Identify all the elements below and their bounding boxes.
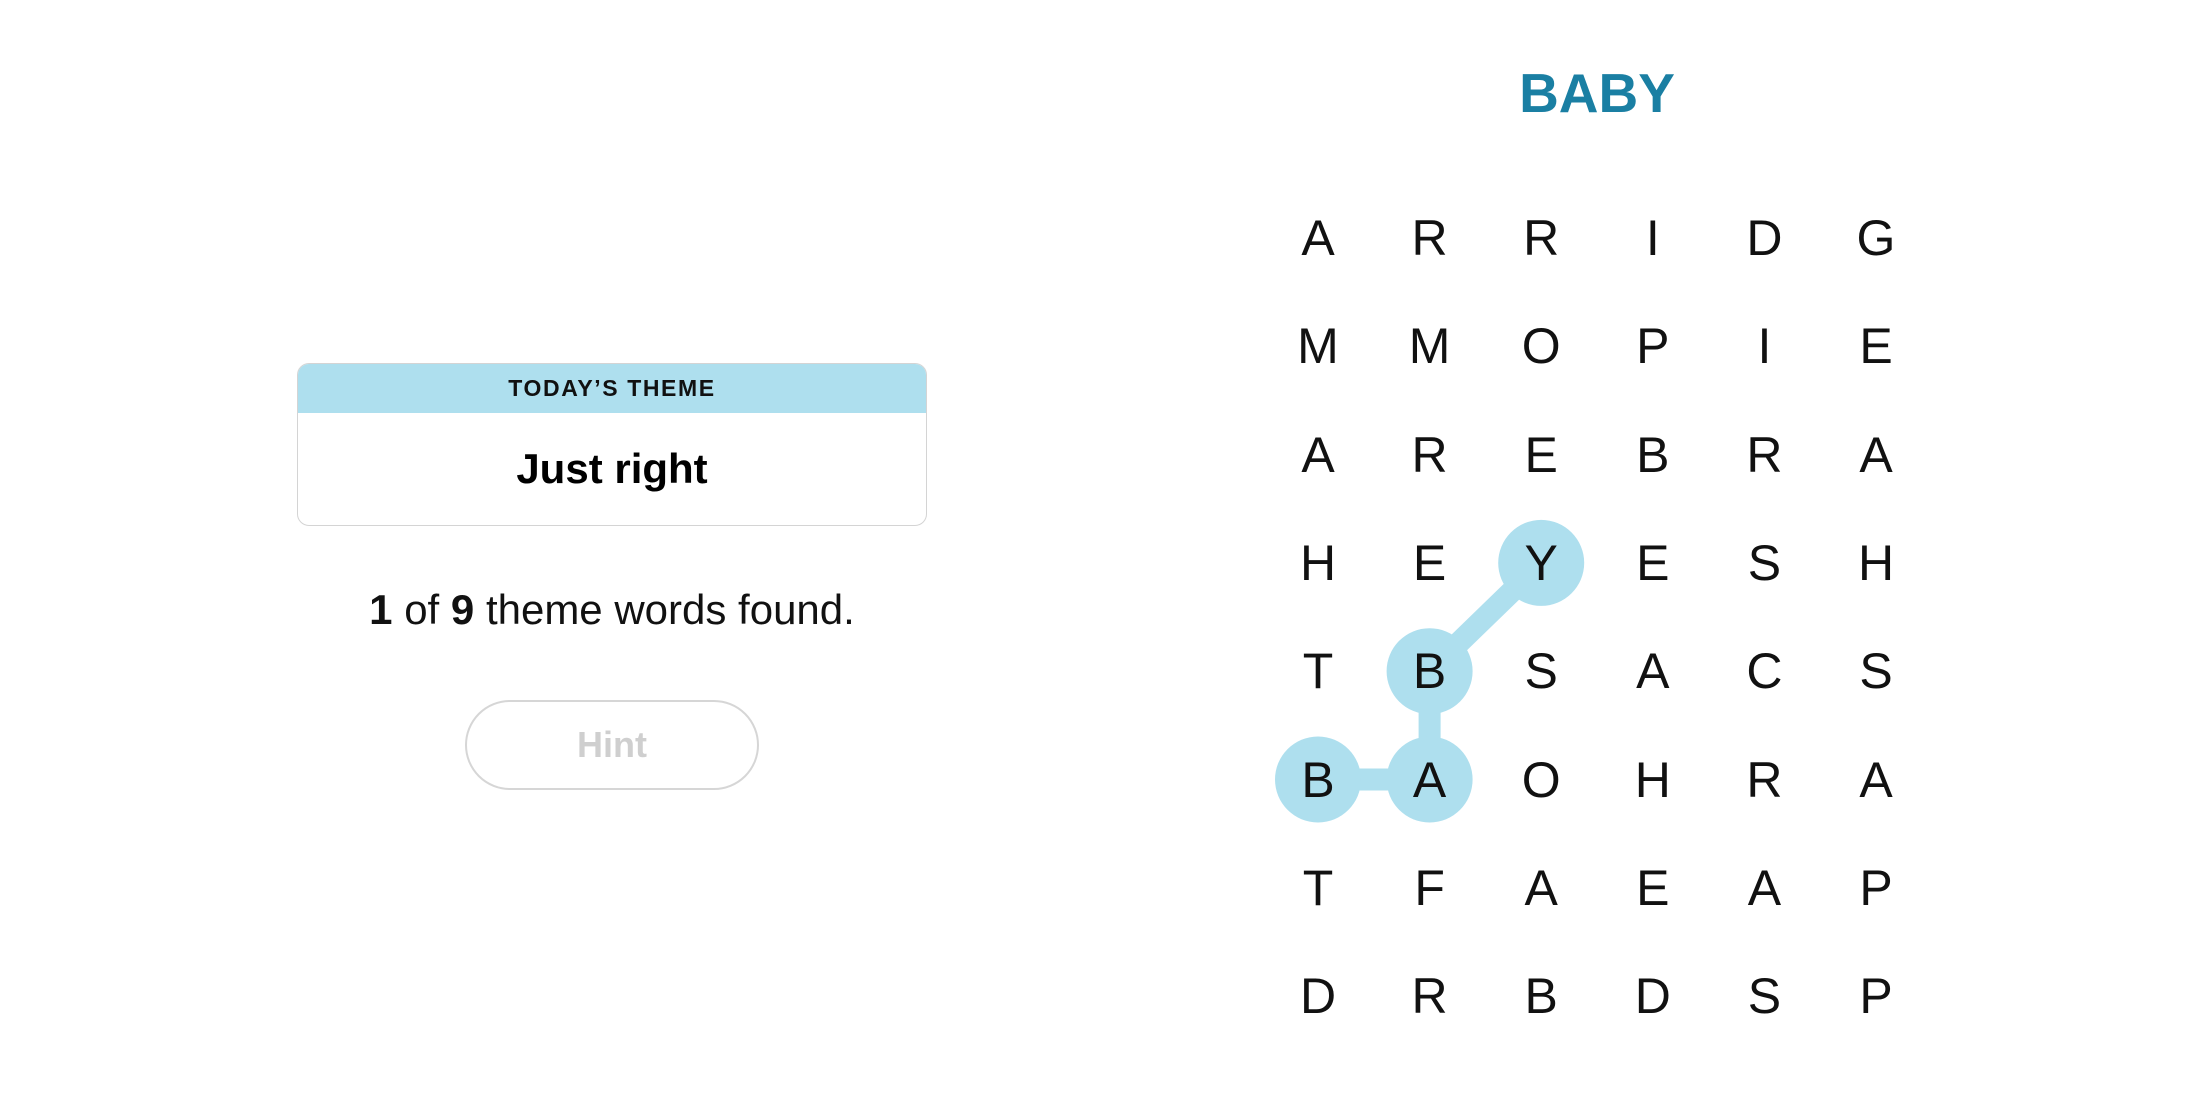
letter-cell[interactable]: M xyxy=(1273,301,1363,391)
letter-cell[interactable]: H xyxy=(1831,518,1921,608)
letter-cell[interactable]: A xyxy=(1608,626,1698,716)
letter-cell[interactable]: E xyxy=(1831,301,1921,391)
letter-cell[interactable]: P xyxy=(1831,843,1921,933)
letter-cell[interactable]: C xyxy=(1719,626,1809,716)
hint-button[interactable]: Hint xyxy=(465,700,759,790)
letter-cell[interactable]: A xyxy=(1496,843,1586,933)
letter-cell[interactable]: M xyxy=(1385,301,1475,391)
letter-cell[interactable]: E xyxy=(1385,518,1475,608)
letter-cell[interactable]: F xyxy=(1385,843,1475,933)
status-suffix: theme words found. xyxy=(485,586,855,633)
theme-card-header: TODAY’S THEME xyxy=(298,364,926,413)
letter-cell[interactable]: S xyxy=(1831,626,1921,716)
theme-card: TODAY’S THEME Just right xyxy=(297,363,927,526)
letter-cell[interactable]: B xyxy=(1385,626,1475,716)
theme-title: Just right xyxy=(516,445,708,492)
letter-cell[interactable]: A xyxy=(1719,843,1809,933)
letter-cell[interactable]: A xyxy=(1273,193,1363,283)
letter-cell[interactable]: E xyxy=(1608,843,1698,933)
letter-cell[interactable]: E xyxy=(1496,410,1586,500)
letter-cell[interactable]: D xyxy=(1608,951,1698,1041)
letter-cell[interactable]: H xyxy=(1608,735,1698,825)
letter-cell[interactable]: E xyxy=(1608,518,1698,608)
letter-cell[interactable]: T xyxy=(1273,626,1363,716)
letter-cell[interactable]: O xyxy=(1496,301,1586,391)
letter-cell[interactable]: G xyxy=(1831,193,1921,283)
letter-cell[interactable]: R xyxy=(1385,410,1475,500)
letter-cell[interactable]: I xyxy=(1719,301,1809,391)
letter-cell[interactable]: A xyxy=(1385,735,1475,825)
letter-cell[interactable]: R xyxy=(1385,193,1475,283)
letter-cell[interactable]: P xyxy=(1831,951,1921,1041)
letter-cell[interactable]: R xyxy=(1719,735,1809,825)
letter-cell[interactable]: S xyxy=(1719,518,1809,608)
total-count: 9 xyxy=(450,586,475,633)
letter-cell[interactable]: B xyxy=(1496,951,1586,1041)
letter-cell[interactable]: S xyxy=(1496,626,1586,716)
letter-cell[interactable]: T xyxy=(1273,843,1363,933)
letter-cell[interactable]: B xyxy=(1608,410,1698,500)
progress-status: 1 of 9 theme words found. xyxy=(297,582,927,638)
letter-cell[interactable]: S xyxy=(1719,951,1809,1041)
letter-cell[interactable]: B xyxy=(1273,735,1363,825)
letter-cell[interactable]: H xyxy=(1273,518,1363,608)
current-word: BABY xyxy=(1519,62,1675,124)
letter-cell[interactable]: A xyxy=(1831,410,1921,500)
letter-cell[interactable]: P xyxy=(1608,301,1698,391)
letter-cell[interactable]: R xyxy=(1496,193,1586,283)
letter-cell[interactable]: I xyxy=(1608,193,1698,283)
letter-cell[interactable]: A xyxy=(1273,410,1363,500)
of-label: of xyxy=(404,586,440,633)
letter-cell[interactable]: O xyxy=(1496,735,1586,825)
letter-cell[interactable]: A xyxy=(1831,735,1921,825)
letter-cell[interactable]: R xyxy=(1719,410,1809,500)
letter-cell[interactable]: D xyxy=(1273,951,1363,1041)
letter-cell[interactable]: Y xyxy=(1496,518,1586,608)
letter-cell[interactable]: R xyxy=(1385,951,1475,1041)
letter-cell[interactable]: D xyxy=(1719,193,1809,283)
letter-board: ARRIDGMMOPIEAREBRAHEYESHTBSACSBAOHRATFAE… xyxy=(0,0,2200,1100)
found-count: 1 xyxy=(369,586,393,633)
